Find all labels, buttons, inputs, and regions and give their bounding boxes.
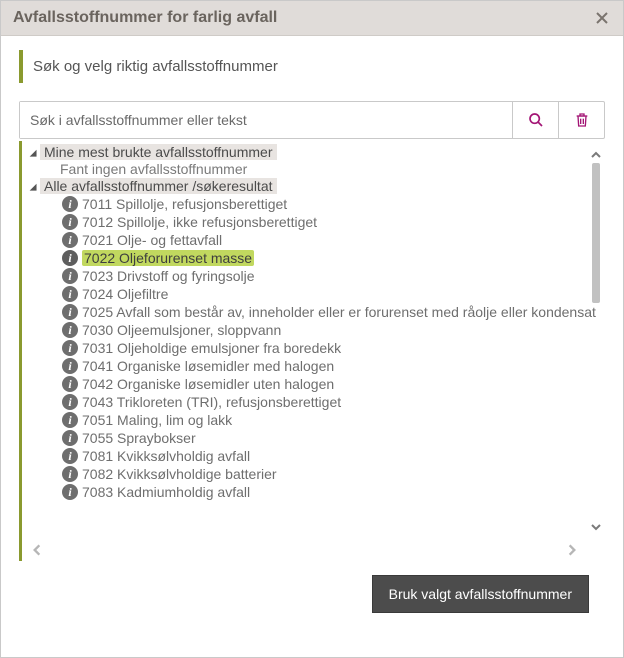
scroll-left-icon[interactable] bbox=[28, 541, 46, 559]
instruction-bar: Søk og velg riktig avfallsstoffnummer bbox=[19, 50, 605, 83]
info-icon: i bbox=[62, 484, 78, 500]
tree-item[interactable]: i7051 Maling, lim og lakk bbox=[44, 411, 581, 429]
tree-item[interactable]: i7021 Olje- og fettavfall bbox=[44, 231, 581, 249]
tree-item[interactable]: i7025 Avfall som består av, inneholder e… bbox=[44, 303, 581, 321]
tree-group-label: Mine mest brukte avfallsstoffnummer bbox=[40, 144, 277, 160]
scroll-down-icon[interactable] bbox=[588, 519, 604, 535]
tree-view: ◢Mine mest brukte avfallsstoffnummerFant… bbox=[24, 141, 605, 561]
tree-item[interactable]: i7055 Spraybokser bbox=[44, 429, 581, 447]
tree-item-label: 7055 Spraybokser bbox=[82, 430, 196, 446]
dialog-content: Søk og velg riktig avfallsstoffnummer ◢M… bbox=[1, 36, 623, 657]
search-icon bbox=[528, 112, 544, 128]
vertical-scrollbar[interactable] bbox=[587, 147, 605, 535]
info-icon: i bbox=[62, 250, 78, 266]
apply-button[interactable]: Bruk valgt avfallsstoffnummer bbox=[372, 575, 589, 613]
tree-item-label: 7025 Avfall som består av, inneholder el… bbox=[82, 304, 596, 320]
tree-item-label: 7021 Olje- og fettavfall bbox=[82, 232, 222, 248]
info-icon: i bbox=[62, 412, 78, 428]
tree-item[interactable]: i7031 Oljeholdige emulsjoner fra boredek… bbox=[44, 339, 581, 357]
scroll-right-icon[interactable] bbox=[563, 541, 581, 559]
tree-item-label: 7083 Kadmiumholdig avfall bbox=[82, 484, 250, 500]
info-icon: i bbox=[62, 286, 78, 302]
caret-down-icon: ◢ bbox=[27, 147, 38, 157]
search-input[interactable] bbox=[20, 102, 512, 138]
info-icon: i bbox=[62, 340, 78, 356]
tree-item[interactable]: i7083 Kadmiumholdig avfall bbox=[44, 483, 581, 501]
tree-item-label: 7081 Kvikksølvholdig avfall bbox=[82, 448, 250, 464]
tree-item[interactable]: i7041 Organiske løsemidler med halogen bbox=[44, 357, 581, 375]
tree-item-label: 7022 Oljeforurenset masse bbox=[82, 250, 254, 266]
close-button[interactable] bbox=[593, 9, 611, 27]
tree-item[interactable]: i7024 Oljefiltre bbox=[44, 285, 581, 303]
tree-item[interactable]: i7030 Oljeemulsjoner, sloppvann bbox=[44, 321, 581, 339]
info-icon: i bbox=[62, 466, 78, 482]
tree-group-label: Alle avfallsstoffnummer /søkeresultat bbox=[40, 178, 277, 194]
tree-container: ◢Mine mest brukte avfallsstoffnummerFant… bbox=[19, 141, 605, 561]
caret-down-icon: ◢ bbox=[27, 181, 38, 191]
info-icon: i bbox=[62, 214, 78, 230]
info-icon: i bbox=[62, 376, 78, 392]
scroll-up-icon[interactable] bbox=[588, 147, 604, 163]
dialog-footer: Bruk valgt avfallsstoffnummer bbox=[19, 561, 605, 613]
tree-item[interactable]: i7023 Drivstoff og fyringsolje bbox=[44, 267, 581, 285]
tree-item-label: 7041 Organiske løsemidler med halogen bbox=[82, 358, 334, 374]
clear-button[interactable] bbox=[558, 102, 604, 138]
tree-item[interactable]: i7011 Spillolje, refusjonsberettiget bbox=[44, 195, 581, 213]
tree-item-label: 7082 Kvikksølvholdige batterier bbox=[82, 466, 277, 482]
dialog-titlebar: Avfallsstoffnummer for farlig avfall bbox=[1, 1, 623, 36]
tree-item[interactable]: i7043 Trikloreten (TRI), refusjonsberett… bbox=[44, 393, 581, 411]
dialog-title: Avfallsstoffnummer for farlig avfall bbox=[13, 9, 277, 27]
tree-item-label: 7043 Trikloreten (TRI), refusjonsberetti… bbox=[82, 394, 341, 410]
tree-item[interactable]: i7022 Oljeforurenset masse bbox=[44, 249, 581, 267]
tree-item-label: 7012 Spillolje, ikke refusjonsberettiget bbox=[82, 214, 317, 230]
tree-item-label: 7011 Spillolje, refusjonsberettiget bbox=[82, 196, 287, 212]
info-icon: i bbox=[62, 268, 78, 284]
tree-item-label: 7024 Oljefiltre bbox=[82, 286, 168, 302]
search-row bbox=[19, 101, 605, 139]
instruction-text: Søk og velg riktig avfallsstoffnummer bbox=[33, 58, 278, 75]
tree-item-label: 7031 Oljeholdige emulsjoner fra boredekk bbox=[82, 340, 341, 356]
tree-item-label: 7030 Oljeemulsjoner, sloppvann bbox=[82, 322, 281, 338]
tree-children: i7011 Spillolje, refusjonsberettigeti701… bbox=[26, 195, 581, 501]
info-icon: i bbox=[62, 322, 78, 338]
tree-empty-message: Fant ingen avfallsstoffnummer bbox=[26, 161, 581, 177]
search-button[interactable] bbox=[512, 102, 558, 138]
scroll-thumb[interactable] bbox=[592, 163, 600, 303]
horizontal-scrollbar[interactable] bbox=[28, 539, 581, 561]
scroll-track[interactable] bbox=[588, 163, 604, 519]
info-icon: i bbox=[62, 430, 78, 446]
close-icon bbox=[596, 12, 608, 24]
trash-icon bbox=[574, 112, 590, 128]
tree-item[interactable]: i7081 Kvikksølvholdig avfall bbox=[44, 447, 581, 465]
tree-item-label: 7051 Maling, lim og lakk bbox=[82, 412, 232, 428]
info-icon: i bbox=[62, 196, 78, 212]
info-icon: i bbox=[62, 394, 78, 410]
tree-group[interactable]: ◢Alle avfallsstoffnummer /søkeresultat bbox=[26, 177, 581, 195]
tree-item[interactable]: i7082 Kvikksølvholdige batterier bbox=[44, 465, 581, 483]
tree-item[interactable]: i7012 Spillolje, ikke refusjonsberettige… bbox=[44, 213, 581, 231]
info-icon: i bbox=[62, 232, 78, 248]
info-icon: i bbox=[62, 304, 78, 320]
info-icon: i bbox=[62, 358, 78, 374]
tree-item-label: 7023 Drivstoff og fyringsolje bbox=[82, 268, 255, 284]
tree-item[interactable]: i7042 Organiske løsemidler uten halogen bbox=[44, 375, 581, 393]
tree-item-label: 7042 Organiske løsemidler uten halogen bbox=[82, 376, 334, 392]
tree-group[interactable]: ◢Mine mest brukte avfallsstoffnummer bbox=[26, 143, 581, 161]
info-icon: i bbox=[62, 448, 78, 464]
